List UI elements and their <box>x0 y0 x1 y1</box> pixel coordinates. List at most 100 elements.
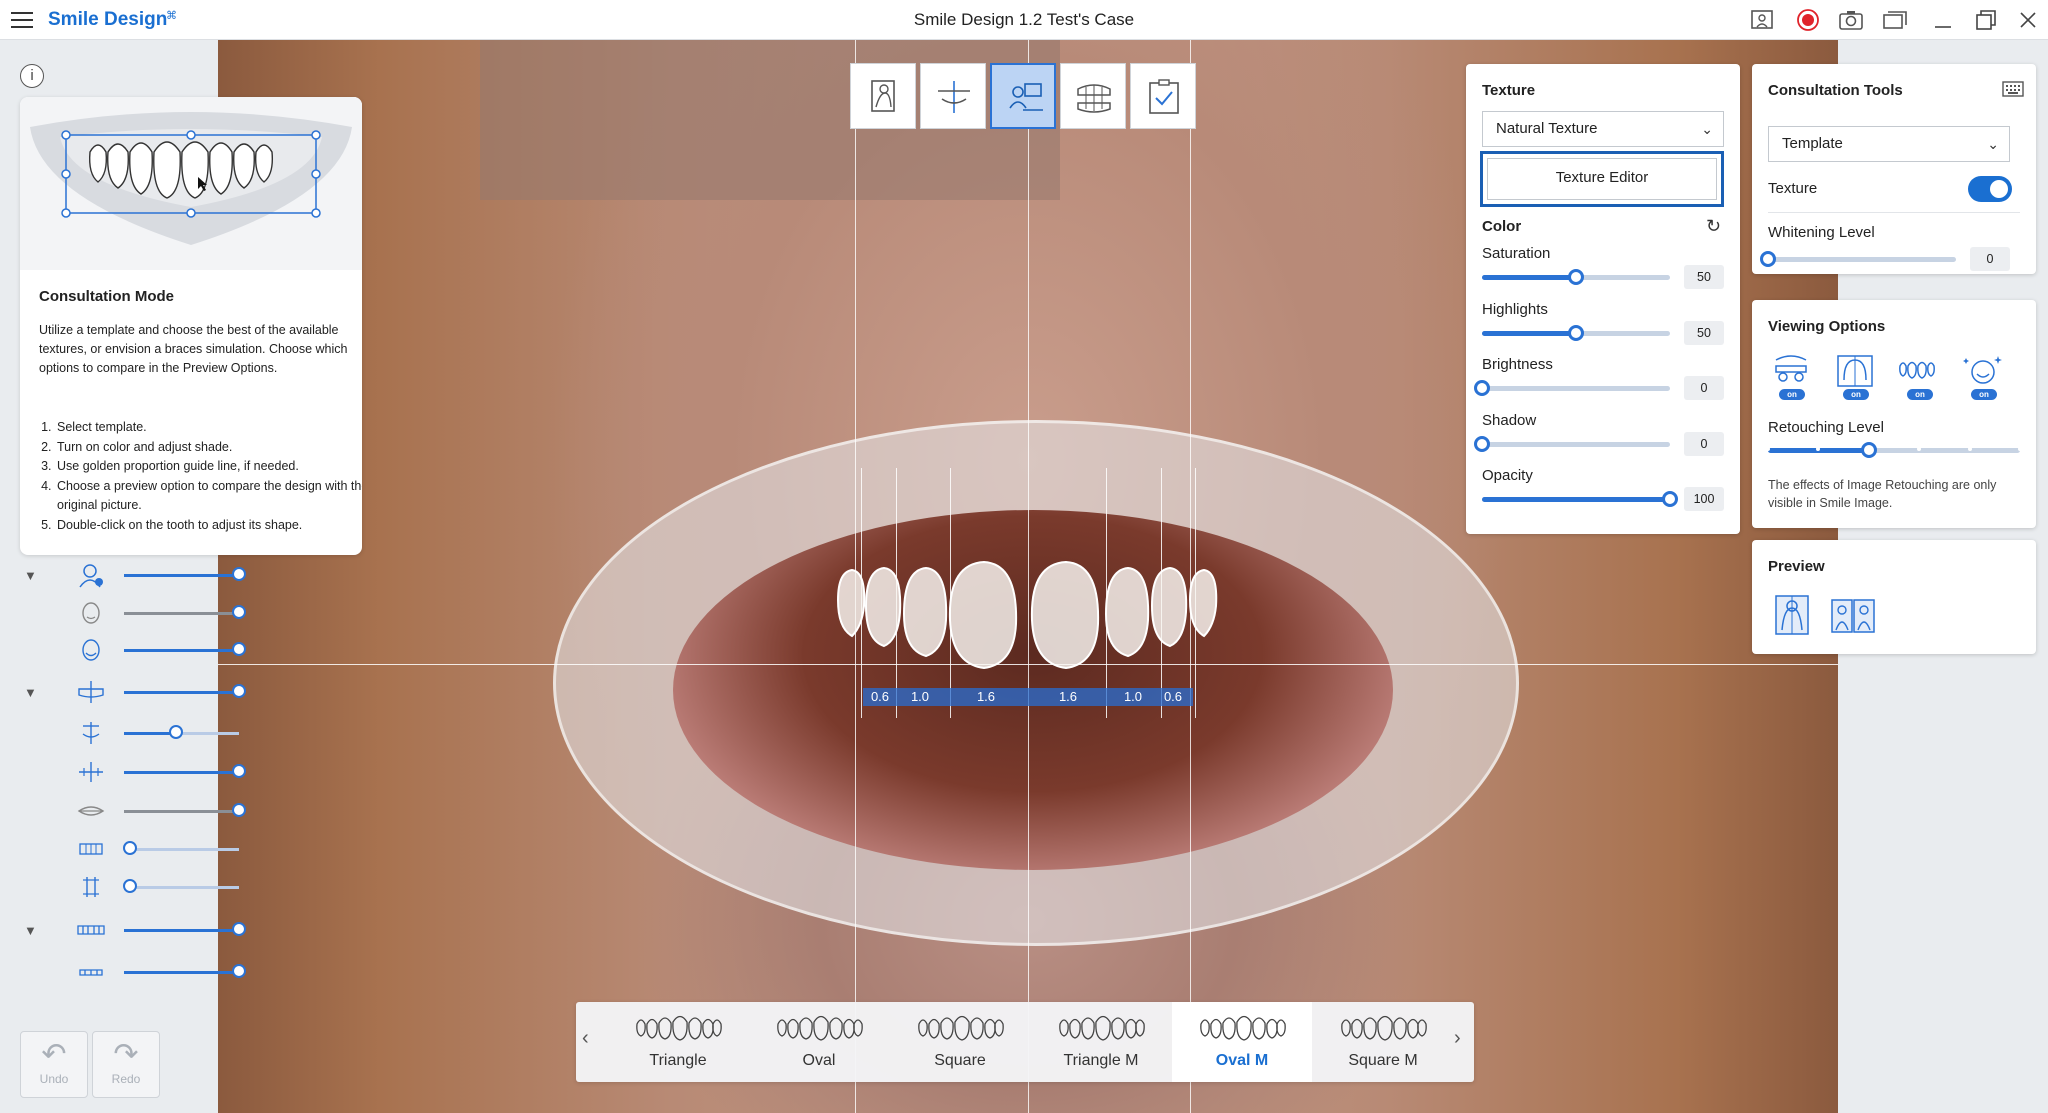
template-option[interactable]: Oval <box>749 1002 889 1082</box>
close-icon[interactable] <box>2014 6 2042 34</box>
slider-thumb[interactable] <box>1568 324 1584 341</box>
reset-color-icon[interactable]: ↻ <box>1706 216 1721 237</box>
opacity-slider[interactable] <box>124 684 246 698</box>
shadow-slider[interactable] <box>1474 435 1670 452</box>
slider-thumb[interactable] <box>232 642 246 656</box>
menu-icon[interactable] <box>8 6 36 34</box>
slider-thumb[interactable] <box>232 684 246 698</box>
texture-editor-button[interactable]: Texture Editor <box>1480 151 1724 207</box>
brightness-slider[interactable] <box>1474 380 1670 396</box>
texture-panel: Texture Natural Texture ⌄ Texture Editor… <box>1466 64 1740 534</box>
shadow-value[interactable]: 0 <box>1684 431 1724 456</box>
brightness-value[interactable]: 0 <box>1684 376 1724 400</box>
collapse-caret-icon[interactable]: ▼ <box>24 568 37 583</box>
chevron-right-icon[interactable]: › <box>1454 1027 1461 1050</box>
retouching-slider[interactable] <box>1766 442 2022 458</box>
highlights-slider[interactable] <box>1482 324 1670 341</box>
teeth-view-icon[interactable]: on <box>1896 352 1942 400</box>
tooth-width-icon[interactable] <box>76 836 106 862</box>
restore-icon[interactable] <box>1972 6 2000 34</box>
face-alignment-step-button[interactable] <box>920 63 986 129</box>
face-frame-view-icon[interactable]: on <box>1832 352 1878 400</box>
info-icon[interactable]: i <box>20 64 44 88</box>
side-by-side-preview-icon[interactable] <box>1830 598 1876 634</box>
slider-thumb[interactable] <box>232 922 246 936</box>
template-select[interactable]: Template ⌄ <box>1768 126 2010 162</box>
redo-button[interactable]: ↷ Redo <box>92 1031 160 1098</box>
template-option[interactable]: Oval M <box>1172 1002 1312 1082</box>
opacity-slider[interactable] <box>124 803 246 817</box>
opacity-slider[interactable] <box>124 725 239 739</box>
lower-arch-icon[interactable] <box>76 959 106 985</box>
lip-line-icon[interactable] <box>76 798 106 824</box>
horizontal-guide-icon[interactable] <box>76 759 106 785</box>
opacity-slider[interactable] <box>124 764 246 778</box>
slider-thumb[interactable] <box>232 803 246 817</box>
opacity-slider[interactable] <box>124 642 246 656</box>
retouching-slider-thumb[interactable] <box>1860 442 1877 458</box>
slider-thumb[interactable] <box>232 605 246 619</box>
divider <box>1768 212 2020 213</box>
opacity-slider[interactable] <box>122 841 239 855</box>
opacity-slider[interactable] <box>122 879 239 893</box>
template-label: Oval <box>802 1052 836 1069</box>
teeth-library-step-button[interactable] <box>1060 63 1126 129</box>
vertical-guide-icon[interactable] <box>76 720 106 746</box>
whitening-value[interactable]: 0 <box>1970 247 2010 271</box>
texture-toggle[interactable] <box>1968 176 2012 202</box>
single-preview-icon[interactable] <box>1774 594 1810 636</box>
opacity-slider[interactable] <box>124 605 246 619</box>
highlights-value[interactable]: 50 <box>1684 320 1724 345</box>
highlights-label: Highlights <box>1482 300 1548 318</box>
slider-thumb[interactable] <box>232 764 246 778</box>
consultation-step-button[interactable] <box>990 63 1056 129</box>
saturation-slider[interactable] <box>1482 269 1670 285</box>
patient-photo-step-button[interactable] <box>850 63 916 129</box>
opacity-value[interactable]: 100 <box>1684 487 1724 511</box>
sparkle-face-view-icon[interactable]: on <box>1960 352 2006 400</box>
chevron-down-icon: ⌄ <box>1987 136 1999 152</box>
slider-thumb[interactable] <box>232 567 246 581</box>
whitening-slider[interactable] <box>1760 251 1956 267</box>
template-option[interactable]: Square M <box>1313 1002 1453 1082</box>
template-option[interactable]: Triangle M <box>1031 1002 1171 1082</box>
face-outline-icon[interactable] <box>76 600 106 626</box>
minimize-icon[interactable] <box>1929 6 1957 34</box>
template-option[interactable]: Triangle <box>608 1002 748 1082</box>
slider-thumb[interactable] <box>1662 491 1678 507</box>
opacity-slider[interactable] <box>1482 491 1678 507</box>
chevron-left-icon[interactable]: ‹ <box>582 1027 589 1050</box>
collapse-caret-icon[interactable]: ▼ <box>24 923 37 938</box>
collapse-caret-icon[interactable]: ▼ <box>24 685 37 700</box>
record-icon[interactable] <box>1794 6 1822 34</box>
slider-thumb[interactable] <box>122 841 137 855</box>
slider-thumb[interactable] <box>1474 380 1490 396</box>
template-option[interactable]: Square <box>890 1002 1030 1082</box>
slider-thumb[interactable] <box>168 725 183 739</box>
face-photo-icon[interactable] <box>76 562 106 588</box>
whitening-level-label: Whitening Level <box>1768 224 1875 241</box>
texture-select[interactable]: Natural Texture ⌄ <box>1482 111 1724 147</box>
undo-button[interactable]: ↶ Undo <box>20 1031 88 1098</box>
slider-thumb[interactable] <box>232 964 246 978</box>
checklist-step-button[interactable] <box>1130 63 1196 129</box>
midline-guide-icon[interactable] <box>76 679 106 705</box>
slider-fill <box>1482 330 1576 336</box>
slider-thumb[interactable] <box>1474 435 1490 452</box>
gallery-icon[interactable] <box>1881 6 1909 34</box>
braces-view-icon[interactable]: on <box>1768 352 1814 400</box>
saturation-value[interactable]: 50 <box>1684 265 1724 289</box>
retouching-step-dot <box>2018 447 2022 451</box>
whitening-slider-thumb[interactable] <box>1760 251 1776 267</box>
face-3d-icon[interactable] <box>76 637 106 663</box>
opacity-slider[interactable] <box>124 567 246 581</box>
slider-thumb[interactable] <box>1568 269 1584 285</box>
tooth-length-icon[interactable] <box>76 874 106 900</box>
opacity-slider[interactable] <box>124 922 246 936</box>
camera-icon[interactable] <box>1837 6 1865 34</box>
slider-thumb[interactable] <box>122 879 137 893</box>
opacity-slider[interactable] <box>124 964 246 978</box>
screen-capture-icon[interactable] <box>1749 6 1777 34</box>
keyboard-icon[interactable] <box>2002 80 2024 98</box>
teeth-arch-icon[interactable] <box>76 917 106 943</box>
